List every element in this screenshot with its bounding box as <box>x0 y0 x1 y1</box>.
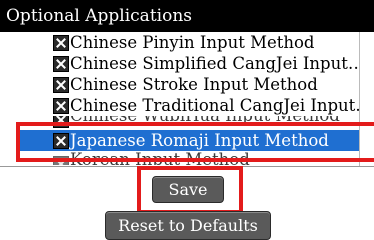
save-button[interactable]: Save <box>152 176 224 203</box>
reset-to-defaults-button[interactable]: Reset to Defaults <box>105 211 271 240</box>
checkbox-checked-icon[interactable] <box>53 133 69 149</box>
checkbox-checked-icon[interactable] <box>53 56 69 72</box>
list-item-label: Chinese Simplified CangJei Input… <box>70 54 365 73</box>
list-item[interactable]: Chinese Traditional CangJei Input… <box>20 95 374 116</box>
checkbox-checked-icon[interactable] <box>53 77 69 93</box>
checkbox-checked-icon[interactable] <box>53 116 69 128</box>
list-item-label: Japanese Romaji Input Method <box>70 131 329 150</box>
list-item-label: Chinese Traditional CangJei Input… <box>70 96 372 115</box>
divider <box>0 166 374 167</box>
list-item[interactable]: Chinese Simplified CangJei Input… <box>20 53 374 74</box>
list-item[interactable]: Chinese Pinyin Input Method <box>20 32 374 53</box>
list-item-label: Chinese Stroke Input Method <box>70 75 318 94</box>
checkbox-unchecked-icon[interactable] <box>53 156 69 165</box>
list-item-selected[interactable]: Japanese Romaji Input Method <box>20 130 374 151</box>
checkbox-checked-icon[interactable] <box>53 35 69 51</box>
list-scrollbar[interactable] <box>359 32 374 166</box>
list-item-label: Korean Input Method <box>70 151 250 165</box>
list-item-label: Chinese Pinyin Input Method <box>70 33 315 52</box>
list-item[interactable]: Chinese WubiHua Input Method <box>20 116 374 130</box>
list-item-label: Chinese WubiHua Input Method <box>70 116 340 125</box>
checkbox-checked-icon[interactable] <box>53 98 69 114</box>
dialog-title: Optional Applications <box>0 0 374 32</box>
list-item[interactable]: Korean Input Method <box>20 151 374 165</box>
applications-list[interactable]: Chinese Pinyin Input Method Chinese Simp… <box>20 32 374 166</box>
list-item[interactable]: Chinese Stroke Input Method <box>20 74 374 95</box>
